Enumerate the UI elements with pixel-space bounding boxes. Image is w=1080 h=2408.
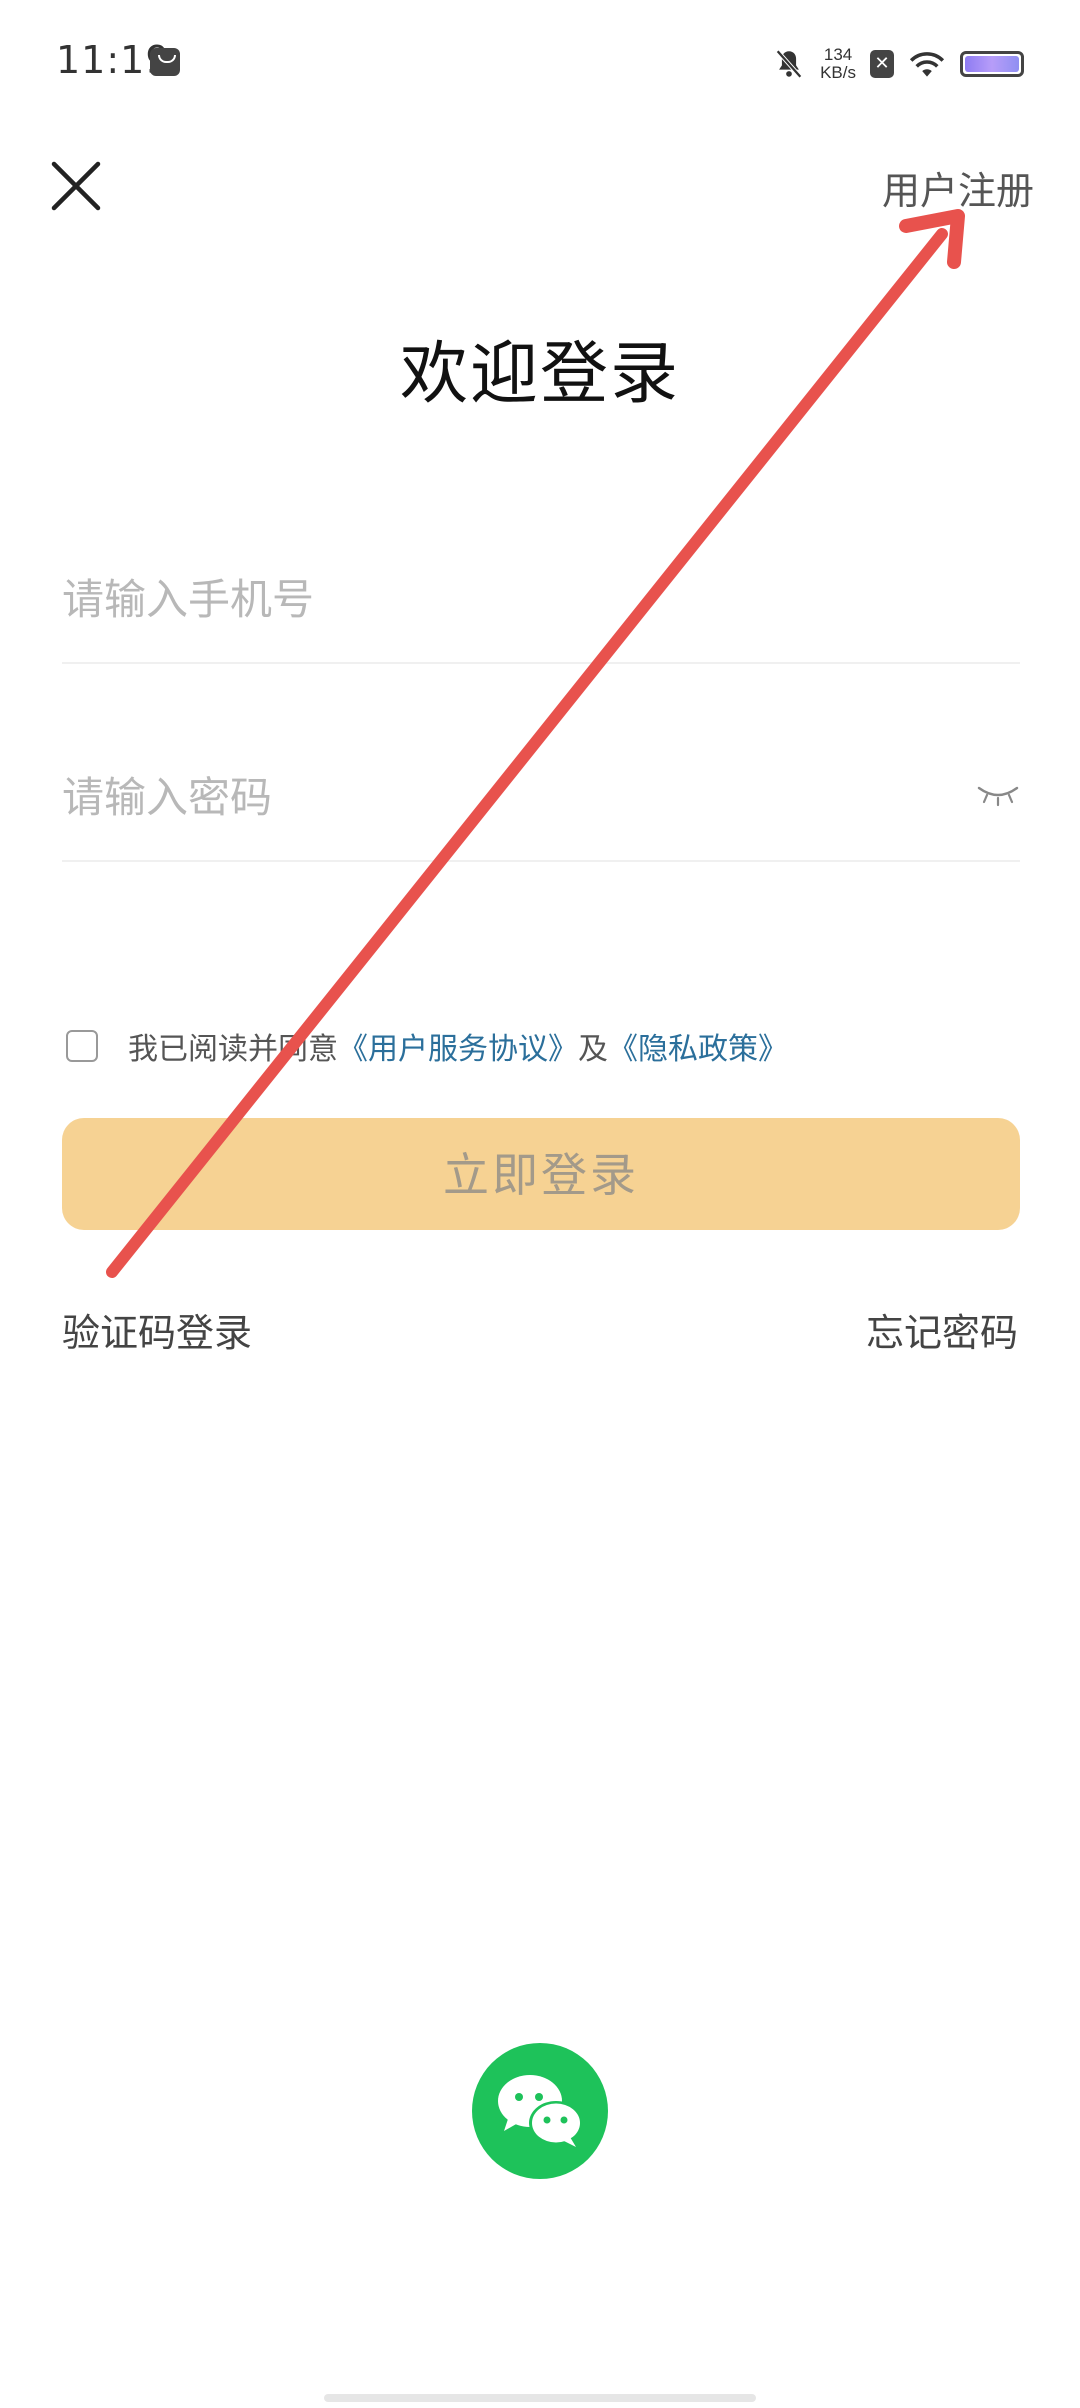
home-indicator <box>324 2394 756 2402</box>
eye-closed-icon[interactable] <box>976 782 1020 808</box>
wechat-icon <box>498 2075 583 2147</box>
battery-icon <box>960 51 1024 77</box>
register-link[interactable]: 用户注册 <box>882 160 1034 215</box>
password-field-container <box>62 734 1020 862</box>
wechat-login-button[interactable] <box>472 2043 608 2179</box>
privacy-policy-link[interactable]: 《隐私政策》 <box>608 1032 788 1067</box>
agreement-text: 我已阅读并同意《用户服务协议》及《隐私政策》 <box>128 1024 788 1068</box>
user-agreement-link[interactable]: 《用户服务协议》 <box>338 1032 578 1067</box>
close-icon[interactable] <box>48 158 104 214</box>
mute-bell-icon <box>776 49 803 79</box>
agreement-row: 我已阅读并同意《用户服务协议》及《隐私政策》 <box>66 1024 788 1068</box>
wifi-icon <box>909 52 945 77</box>
forgot-password-link[interactable]: 忘记密码 <box>866 1302 1018 1357</box>
phone-field-container <box>62 536 1020 664</box>
password-input[interactable] <box>62 734 1020 860</box>
agreement-checkbox[interactable] <box>66 1030 98 1062</box>
agreement-prefix: 我已阅读并同意 <box>128 1032 338 1067</box>
x-icon: ✕ <box>870 50 894 78</box>
sms-login-link[interactable]: 验证码登录 <box>62 1302 252 1357</box>
login-button[interactable]: 立即登录 <box>62 1118 1020 1230</box>
network-speed: 134 KB/s <box>820 45 856 82</box>
shopping-bag-icon <box>150 48 180 76</box>
phone-input[interactable] <box>62 536 1020 662</box>
page-title: 欢迎登录 <box>399 335 680 414</box>
status-icons: 134 KB/s ✕ <box>772 40 1024 88</box>
agreement-conjunction: 及 <box>578 1032 608 1067</box>
